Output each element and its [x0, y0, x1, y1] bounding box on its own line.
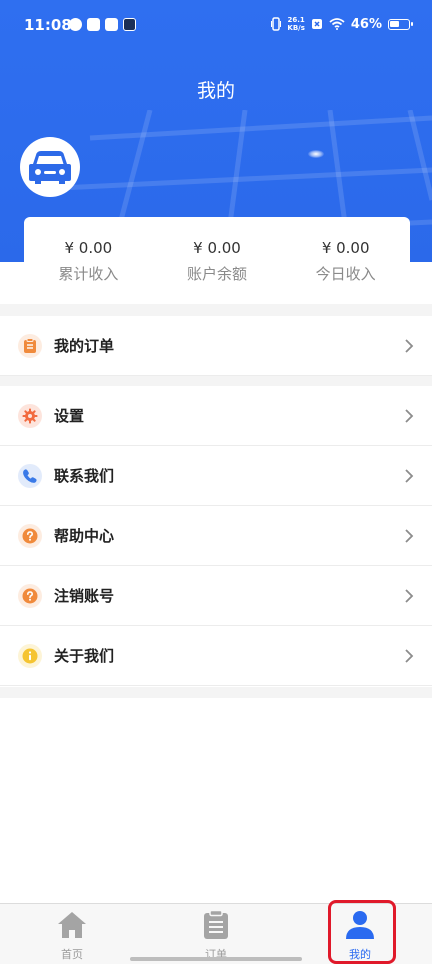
- menu-item-help-center[interactable]: 帮助中心: [0, 506, 432, 566]
- chevron-right-icon: [405, 339, 414, 353]
- menu-label: 我的订单: [54, 337, 115, 355]
- car-icon: [29, 151, 71, 184]
- mail-icon: [87, 18, 100, 31]
- section-divider: [0, 687, 432, 698]
- menu-item-settings[interactable]: 设置: [0, 386, 432, 446]
- gear-icon: [18, 404, 42, 428]
- menu-label: 注销账号: [54, 587, 115, 605]
- chevron-right-icon: [405, 529, 414, 543]
- speed-value: 26.1: [287, 16, 305, 24]
- chevron-right-icon: [405, 409, 414, 423]
- highlight-box: [328, 900, 396, 964]
- stat-value: ¥ 0.00: [193, 239, 241, 257]
- section-divider: [0, 376, 432, 386]
- menu-label: 关于我们: [54, 647, 115, 665]
- chevron-right-icon: [405, 649, 414, 663]
- phone-icon: [18, 464, 42, 488]
- menu-item-my-orders[interactable]: 我的订单: [0, 316, 432, 376]
- stat-account-balance[interactable]: ¥ 0.00 账户余额: [153, 217, 282, 287]
- stat-today-income[interactable]: ¥ 0.00 今日收入: [281, 217, 410, 287]
- check-badge-icon: [69, 18, 82, 31]
- clipboard-icon: [204, 909, 228, 939]
- stat-value: ¥ 0.00: [64, 239, 113, 257]
- stat-total-income[interactable]: ¥ 0.00 累计收入: [24, 217, 153, 287]
- nav-home[interactable]: 首页: [32, 910, 112, 962]
- stat-label: 账户余额: [187, 265, 248, 283]
- vibrate-icon: [271, 17, 282, 31]
- wifi-icon: [329, 18, 345, 30]
- nav-label: 首页: [61, 948, 83, 961]
- menu-item-about-us[interactable]: 关于我们: [0, 626, 432, 686]
- menu-item-contact-us[interactable]: 联系我们: [0, 446, 432, 506]
- home-icon: [58, 912, 86, 938]
- status-time: 11:08: [24, 16, 72, 34]
- network-speed: 26.1 KB/s: [287, 16, 304, 32]
- page-title: 我的: [196, 80, 235, 102]
- status-bar: 11:08 26.1 KB/s 46%: [0, 0, 432, 52]
- earnings-card: ¥ 0.00 累计收入 ¥ 0.00 账户余额 ¥ 0.00 今日收入: [24, 217, 410, 287]
- light-glow: [308, 150, 324, 158]
- info-icon: [18, 644, 42, 668]
- status-right: 26.1 KB/s 46%: [271, 16, 413, 32]
- battery-icon: [388, 18, 413, 30]
- menu-item-cancel-account[interactable]: 注销账号: [0, 566, 432, 626]
- battery-percent: 46%: [350, 16, 382, 32]
- app-notification-icon: [105, 18, 118, 31]
- menu-label: 联系我们: [54, 467, 115, 485]
- speed-unit: KB/s: [287, 24, 305, 32]
- question-icon: [18, 524, 42, 548]
- home-indicator: [130, 957, 302, 961]
- no-sim-icon: [311, 19, 322, 29]
- stat-value: ¥ 0.00: [321, 239, 370, 257]
- chevron-right-icon: [405, 469, 414, 483]
- chevron-right-icon: [405, 589, 414, 603]
- question-icon: [18, 584, 42, 608]
- notification-icons: [69, 18, 136, 31]
- stat-label: 累计收入: [58, 265, 119, 283]
- stat-label: 今日收入: [315, 265, 376, 283]
- avatar[interactable]: [20, 137, 80, 197]
- clipboard-icon: [18, 334, 42, 358]
- nav-orders[interactable]: 订单: [176, 909, 256, 962]
- section-divider: [0, 304, 432, 316]
- play-icon: [123, 18, 136, 31]
- menu-label: 设置: [54, 407, 85, 425]
- menu-label: 帮助中心: [54, 527, 115, 545]
